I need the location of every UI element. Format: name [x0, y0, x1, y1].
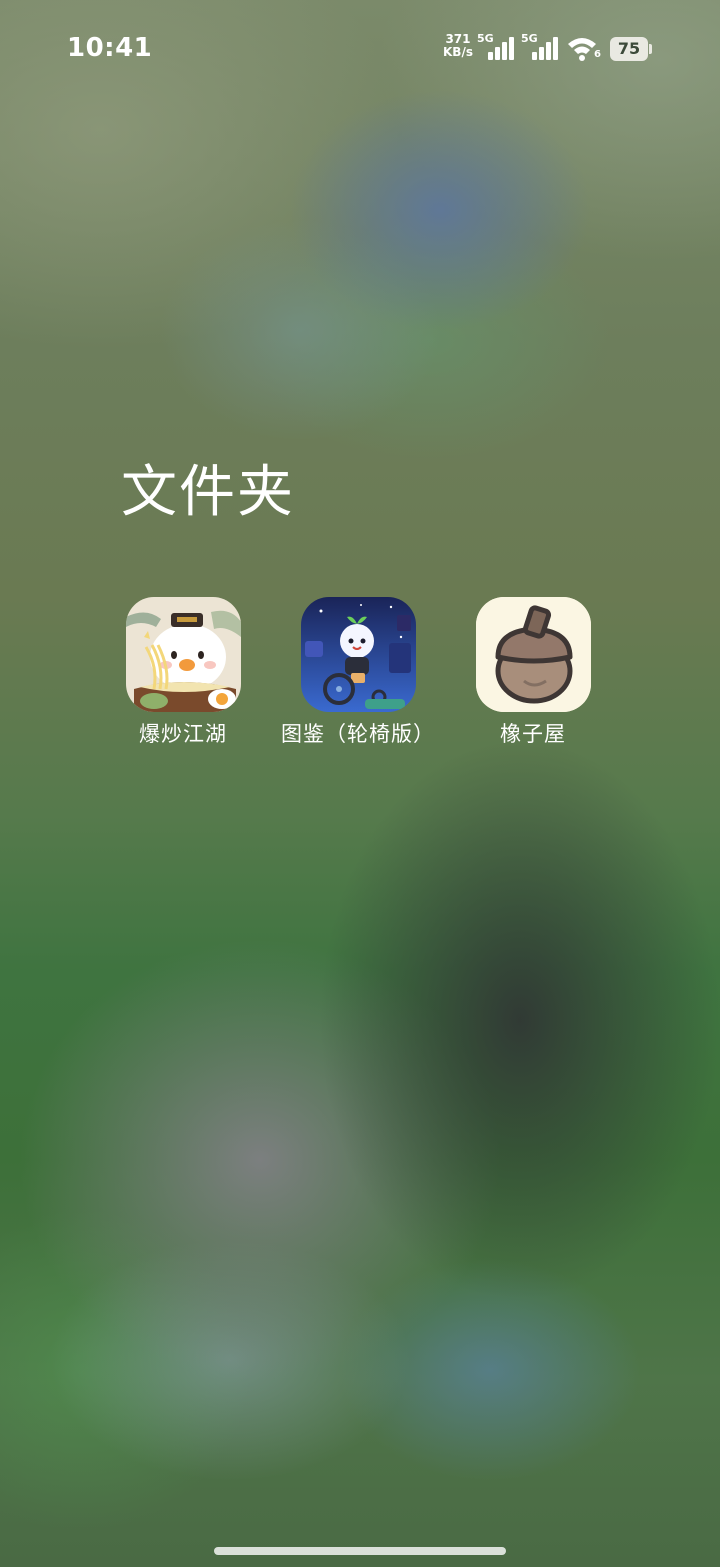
- network-speed: 371 KB/s: [443, 33, 473, 59]
- cartoon-sprout-wheelchair-icon[interactable]: [300, 597, 416, 712]
- app-label: 橡子屋: [500, 722, 566, 746]
- wifi-standard-label: 6: [594, 49, 601, 60]
- network-speed-unit: KB/s: [443, 45, 473, 59]
- cartoon-bun-chef-noodles-icon[interactable]: [125, 597, 241, 712]
- status-bar: 10:41 371 KB/s 5G 5G 6 75: [0, 0, 720, 96]
- battery-percent: 75: [617, 39, 641, 58]
- folder-title[interactable]: 文件夹: [121, 455, 295, 531]
- app-label: 图鉴（轮椅版）: [281, 722, 435, 746]
- clock: 10:41: [67, 33, 153, 63]
- app-baochao-jianghu[interactable]: 爆炒江湖: [98, 597, 268, 748]
- acorn-icon[interactable]: [475, 597, 591, 712]
- app-tujian-wheelchair[interactable]: 图鉴（轮椅版）: [273, 597, 443, 748]
- app-label: 爆炒江湖: [139, 722, 227, 746]
- cellular-signal-icon: 5G: [476, 32, 518, 62]
- cellular-signal-icon: 5G: [520, 32, 562, 62]
- battery-icon: 75: [610, 37, 654, 61]
- app-xiangziwu[interactable]: 橡子屋: [448, 597, 618, 748]
- wifi-icon: 6: [566, 35, 604, 63]
- home-indicator[interactable]: [214, 1547, 506, 1555]
